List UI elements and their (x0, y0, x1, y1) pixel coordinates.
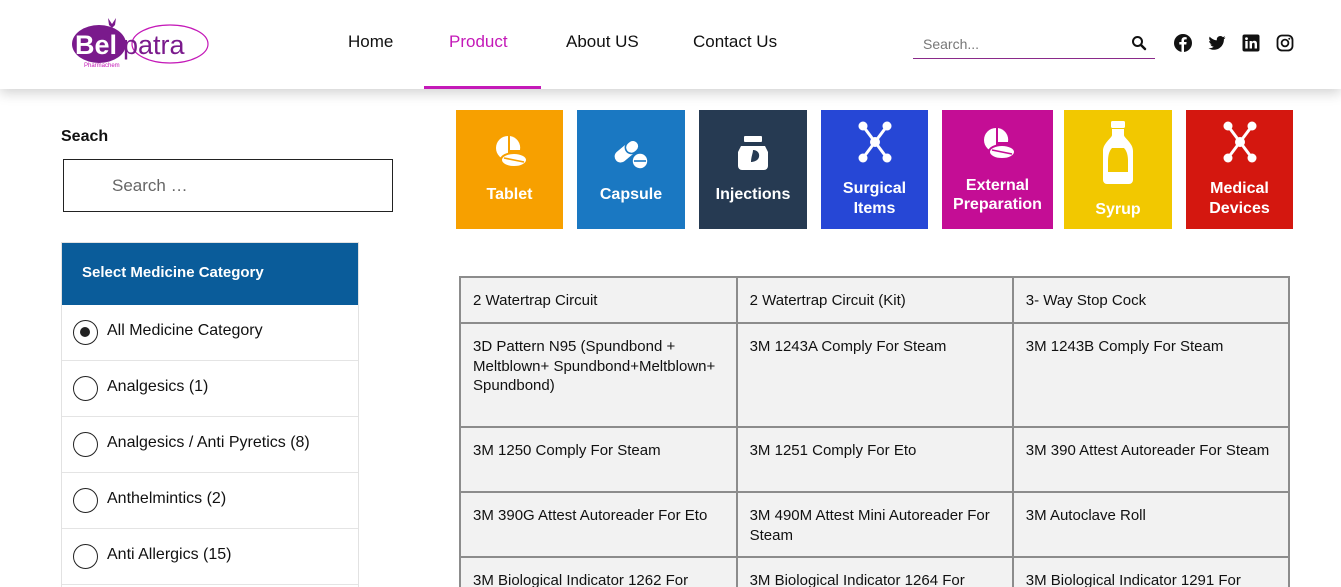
category-option-anthelmintics[interactable]: Anthelmintics (2) (62, 473, 358, 529)
category-option-analgesics-anti-pyretics[interactable]: Analgesics / Anti Pyretics (8) (62, 417, 358, 473)
tile-label-line2: Devices (1209, 200, 1270, 217)
tile-label-line2: Items (853, 200, 896, 217)
nav-active-indicator (424, 86, 541, 89)
table-row: 3M 1250 Comply For Steam 3M 1251 Comply … (459, 426, 1291, 493)
syrup-icon (1103, 121, 1133, 184)
surgical-icon (858, 121, 891, 163)
tile-label: Syrup (1095, 201, 1141, 218)
tile-label-line1: External (965, 177, 1030, 194)
tile-label: Tablet (486, 186, 533, 203)
injection-icon (738, 136, 768, 170)
facebook-icon[interactable] (1174, 34, 1192, 52)
table-row: 3D Pattern N95 (Spundbond + Meltblown+ S… (459, 322, 1291, 428)
external-icon (983, 128, 1016, 160)
product-cell[interactable]: 3M 390G Attest Autoreader For Eto (459, 491, 738, 558)
category-option-analgesics[interactable]: Analgesics (1) (62, 361, 358, 417)
category-option-anti-allergics[interactable]: Anti Allergics (15) (62, 529, 358, 585)
logo-graphic: Bel patra Pharmachem (72, 18, 209, 69)
tile-label-line2: Preparation (953, 196, 1042, 213)
category-option-label: Analgesics (1) (107, 378, 209, 395)
tile-surgical-items[interactable]: Surgical Items (821, 110, 928, 229)
sidebar-search-box (63, 159, 393, 212)
search-icon[interactable] (1131, 35, 1147, 51)
instagram-icon[interactable] (1276, 34, 1294, 52)
tile-injections[interactable]: Injections (699, 110, 807, 229)
product-cell[interactable]: 3M 490M Attest Mini Autoreader For Steam (735, 491, 1014, 558)
tile-label-line1: Surgical (842, 180, 907, 197)
product-cell[interactable]: 3M Biological Indicator 1264 For (735, 556, 1014, 587)
product-cell[interactable]: 2 Watertrap Circuit (459, 276, 738, 324)
logo-tagline: Pharmachem (84, 63, 120, 69)
product-cell[interactable]: 3M 1251 Comply For Eto (735, 426, 1014, 493)
radio-button-checked[interactable] (73, 320, 98, 345)
tile-label-line1: Medical (1210, 180, 1269, 197)
radio-button[interactable] (73, 488, 98, 513)
nav-product[interactable]: Product (449, 32, 508, 52)
radio-button[interactable] (73, 544, 98, 569)
logo-text-patra: patra (123, 30, 186, 60)
category-option-label: Anti Allergics (15) (107, 546, 232, 563)
tile-syrup[interactable]: Syrup (1064, 110, 1172, 229)
category-filter-panel: Select Medicine Category All Medicine Ca… (61, 242, 359, 587)
product-cell[interactable]: 3M 1243B Comply For Steam (1011, 322, 1291, 428)
product-cell[interactable]: 3- Way Stop Cock (1011, 276, 1291, 324)
sidebar-search-heading: Seach (61, 128, 109, 145)
tile-external-preparation[interactable]: External Preparation (942, 110, 1053, 229)
header-search-input[interactable] (923, 33, 1123, 55)
brand-logo[interactable]: Bel patra Pharmachem (70, 12, 212, 70)
product-cell[interactable]: 3M 1250 Comply For Steam (459, 426, 738, 493)
header-search (913, 30, 1155, 59)
category-filter-header: Select Medicine Category (62, 243, 358, 305)
tile-label: Injections (715, 186, 791, 203)
nav-contact[interactable]: Contact Us (693, 32, 777, 52)
twitter-icon[interactable] (1208, 34, 1226, 52)
logo-text-bel: Bel (75, 30, 117, 60)
table-row: 3M 390G Attest Autoreader For Eto 3M 490… (459, 491, 1291, 558)
radio-button[interactable] (73, 432, 98, 457)
site-header: Bel patra Pharmachem Home Product About … (0, 0, 1341, 89)
category-option-label: Analgesics / Anti Pyretics (8) (107, 434, 310, 451)
table-row: 2 Watertrap Circuit 2 Watertrap Circuit … (459, 276, 1291, 324)
medical-device-icon (1223, 121, 1256, 163)
product-cell[interactable]: 3M Biological Indicator 1262 For (459, 556, 738, 587)
product-cell[interactable]: 2 Watertrap Circuit (Kit) (735, 276, 1014, 324)
nav-about[interactable]: About US (566, 32, 639, 52)
category-option-label: Anthelmintics (2) (107, 490, 227, 507)
tile-capsule[interactable]: Capsule (577, 110, 685, 229)
category-option-all[interactable]: All Medicine Category (62, 305, 358, 361)
product-cell[interactable]: 3M Autoclave Roll (1011, 491, 1291, 558)
product-cell[interactable]: 3M 390 Attest Autoreader For Steam (1011, 426, 1291, 493)
nav-home[interactable]: Home (348, 32, 393, 52)
tile-tablet[interactable]: Tablet (456, 110, 563, 229)
table-row: 3M Biological Indicator 1262 For 3M Biol… (459, 556, 1291, 587)
product-grid: 2 Watertrap Circuit 2 Watertrap Circuit … (459, 276, 1291, 587)
linkedin-icon[interactable] (1242, 34, 1260, 52)
sidebar-search-input[interactable] (112, 174, 372, 198)
product-cell[interactable]: 3M 1243A Comply For Steam (735, 322, 1014, 428)
tile-medical-devices[interactable]: Medical Devices (1186, 110, 1293, 229)
product-cell[interactable]: 3M Biological Indicator 1291 For (1011, 556, 1291, 587)
product-cell[interactable]: 3D Pattern N95 (Spundbond + Meltblown+ S… (459, 322, 738, 428)
tablet-icon (495, 136, 528, 168)
tile-label: Capsule (599, 186, 663, 203)
category-option-label: All Medicine Category (107, 322, 263, 339)
radio-button[interactable] (73, 376, 98, 401)
capsule-icon (614, 139, 649, 170)
